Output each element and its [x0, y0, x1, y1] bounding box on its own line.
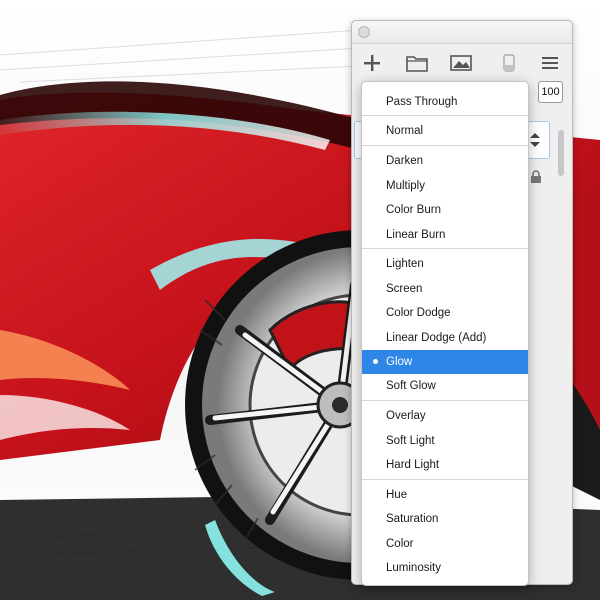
menu-item-hard-light[interactable]: Hard Light: [362, 453, 528, 477]
menu-item-lighten[interactable]: Lighten: [362, 252, 528, 276]
new-group-button[interactable]: [405, 51, 429, 75]
menu-item-label: Linear Dodge (Add): [386, 331, 487, 344]
menu-item-label: Soft Glow: [386, 380, 436, 393]
menu-item-color[interactable]: Color: [362, 532, 528, 556]
menu-item-pass-through[interactable]: Pass Through: [362, 90, 528, 114]
menu-item-saturation[interactable]: Saturation: [362, 507, 528, 531]
blend-mode-menu: Pass Through Normal Darken Multiply Color Bu…: [361, 81, 529, 586]
stepper-arrows-icon[interactable]: [528, 130, 542, 150]
menu-item-label: Normal: [386, 125, 424, 138]
menu-item-darken[interactable]: Darken: [362, 149, 528, 173]
menu-item-label: Hue: [386, 489, 408, 501]
menu-item-soft-glow[interactable]: Soft Glow: [362, 374, 528, 398]
menu-item-screen[interactable]: Screen: [362, 277, 528, 301]
clear-layer-button[interactable]: [497, 51, 521, 75]
close-button[interactable]: [358, 26, 370, 38]
image-icon: [450, 55, 472, 71]
menu-item-glow[interactable]: Glow: [362, 350, 528, 374]
menu-item-label: Screen: [386, 282, 423, 295]
menu-item-normal[interactable]: Normal: [362, 119, 528, 143]
menu-item-label: Darken: [386, 155, 424, 168]
menu-item-label: Color Dodge: [386, 307, 451, 320]
menu-item-label: Color: [386, 537, 414, 550]
eraser-icon: [503, 54, 515, 72]
menu-item-label: Lighten: [386, 258, 424, 271]
panel-menu-button[interactable]: [538, 51, 562, 75]
add-image-button[interactable]: [449, 51, 473, 75]
menu-item-linear-burn[interactable]: Linear Burn: [362, 223, 528, 247]
panel-titlebar[interactable]: [352, 21, 572, 44]
menu-item-label: Multiply: [386, 179, 425, 192]
menu-separator: [362, 145, 528, 147]
opacity-field[interactable]: 100: [538, 81, 563, 103]
add-layer-button[interactable]: [360, 51, 384, 75]
selected-dot-icon: [373, 359, 378, 364]
menu-item-label: Glow: [386, 356, 413, 368]
menu-item-label: Hard Light: [386, 459, 440, 472]
menu-item-linear-dodge-add[interactable]: Linear Dodge (Add): [362, 326, 528, 350]
menu-item-label: Color Burn: [386, 204, 441, 217]
menu-separator: [362, 248, 528, 250]
menu-item-luminosity[interactable]: Luminosity: [362, 556, 528, 580]
menu-item-label: Pass Through: [386, 95, 458, 108]
menu-separator: [362, 400, 528, 402]
menu-item-label: Luminosity: [386, 562, 441, 575]
menu-separator: [362, 479, 528, 480]
panel-scrollbar[interactable]: [558, 130, 564, 176]
menu-item-label: Saturation: [386, 513, 439, 526]
menu-item-label: Linear Burn: [386, 228, 446, 241]
menu-item-label: Soft Light: [386, 434, 435, 447]
menu-item-soft-light[interactable]: Soft Light: [362, 429, 528, 453]
folder-icon: [406, 56, 428, 72]
lock-icon[interactable]: [529, 170, 543, 184]
menu-item-label: Overlay: [386, 410, 426, 423]
menu-item-hue[interactable]: Hue: [362, 483, 528, 507]
plus-icon: [364, 55, 380, 71]
menu-item-color-burn[interactable]: Color Burn: [362, 198, 528, 222]
menu-item-multiply[interactable]: Multiply: [362, 174, 528, 198]
panel-toolbar: [352, 47, 572, 79]
menu-separator: [362, 115, 528, 117]
menu-icon: [542, 57, 558, 69]
menu-item-overlay[interactable]: Overlay: [362, 404, 528, 428]
menu-item-color-dodge[interactable]: Color Dodge: [362, 301, 528, 325]
